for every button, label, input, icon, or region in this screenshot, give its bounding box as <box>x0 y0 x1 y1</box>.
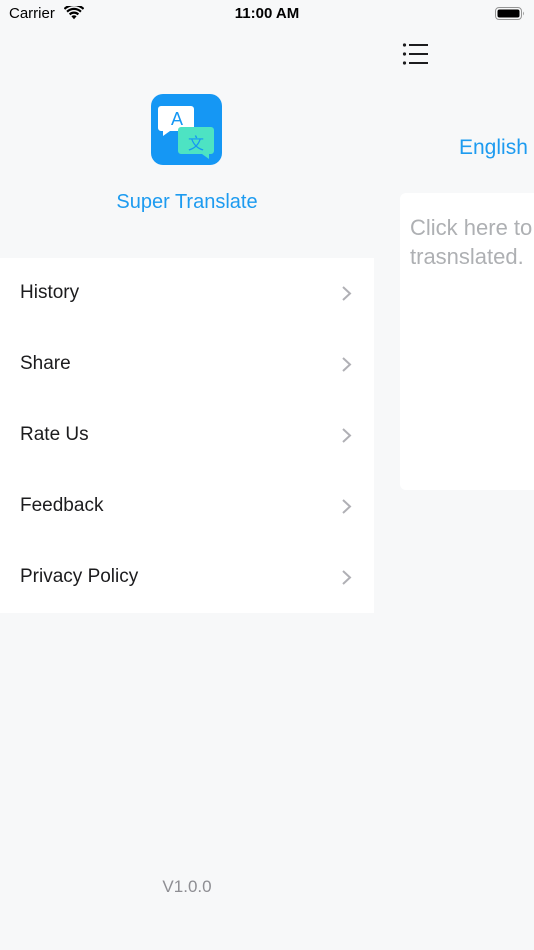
menu-item-label: Share <box>20 353 71 374</box>
status-bar: Carrier 11:00 AM <box>0 0 534 30</box>
side-drawer: A 文 Super Translate History Share Rate U… <box>0 0 374 950</box>
app-logo: A 文 <box>151 94 222 165</box>
menu-item-label: Rate Us <box>20 424 89 445</box>
battery-icon <box>495 7 524 20</box>
chevron-right-icon <box>342 286 352 301</box>
chevron-right-icon <box>342 428 352 443</box>
list-menu-icon[interactable] <box>402 42 430 66</box>
text-input-area[interactable]: Click here to enter text to be trasnslat… <box>400 193 534 490</box>
input-placeholder: Click here to enter text to be trasnslat… <box>410 215 534 269</box>
menu-item-label: Feedback <box>20 495 104 516</box>
translate-icon: A 文 <box>158 106 214 159</box>
menu-item-label: History <box>20 282 80 303</box>
menu-item-feedback[interactable]: Feedback <box>0 471 374 542</box>
status-time: 11:00 AM <box>234 5 300 22</box>
app-name: Super Translate <box>116 191 258 213</box>
menu-item-share[interactable]: Share <box>0 329 374 400</box>
menu-item-history[interactable]: History <box>0 258 374 329</box>
app-version: V1.0.0 <box>162 877 212 896</box>
menu-item-privacy-policy[interactable]: Privacy Policy <box>0 542 374 613</box>
menu-item-label: Privacy Policy <box>20 566 139 587</box>
chevron-right-icon <box>342 357 352 372</box>
source-language-button[interactable]: English <box>459 136 528 160</box>
menu-item-rate-us[interactable]: Rate Us <box>0 400 374 471</box>
logo-glyph-latin: A <box>171 109 183 129</box>
drawer-menu: History Share Rate Us Feedback Privacy P… <box>0 258 374 613</box>
chevron-right-icon <box>342 499 352 514</box>
logo-glyph-cjk: 文 <box>188 134 204 153</box>
chevron-right-icon <box>342 570 352 585</box>
